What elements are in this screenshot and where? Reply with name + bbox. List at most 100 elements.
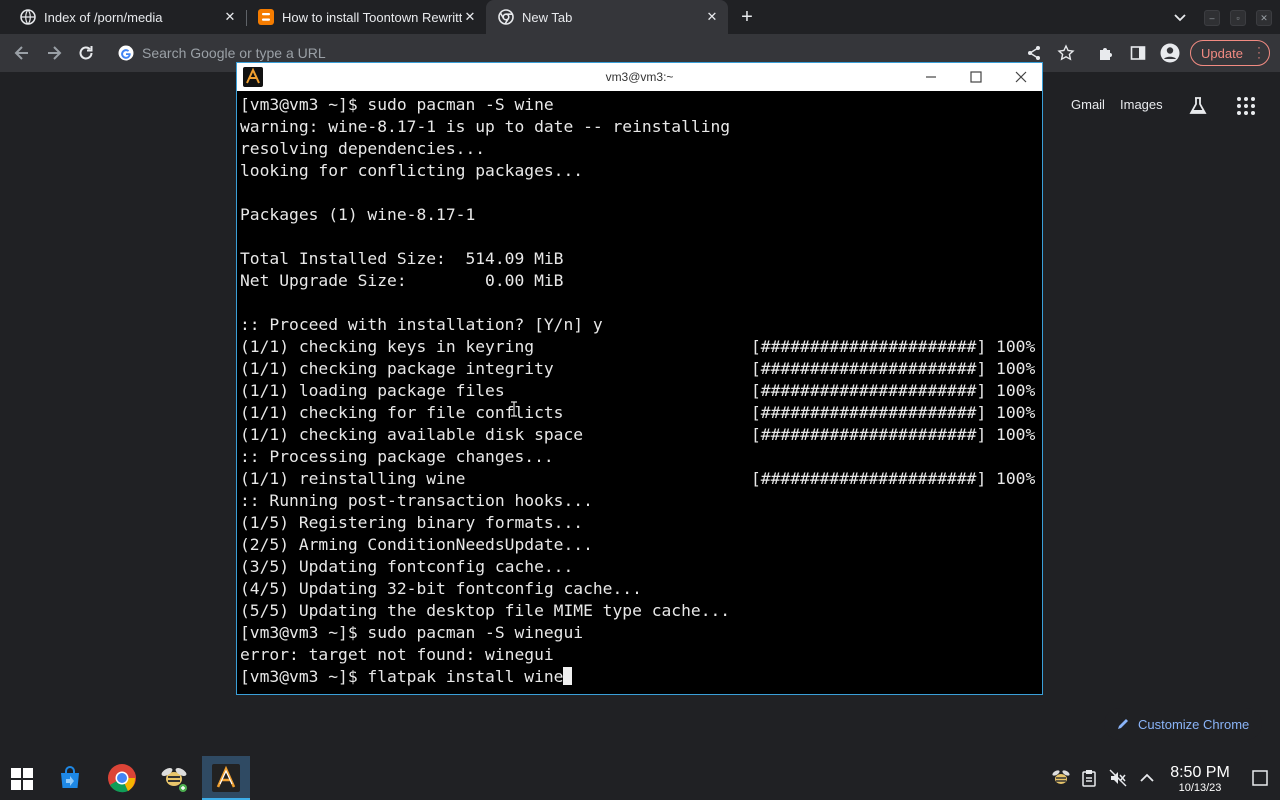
terminal-line: Total Installed Size: 514.09 MiB [240, 248, 1040, 270]
progress-indicator: [######################] 100% [751, 359, 1036, 378]
terminal-line-text: :: Processing package changes... [240, 447, 554, 466]
close-tab-icon[interactable]: ✕ [462, 9, 478, 25]
terminal-line: (2/5) Arming ConditionNeedsUpdate... [240, 534, 1040, 556]
profile-avatar-icon[interactable] [1160, 43, 1180, 63]
terminal-line-text: [vm3@vm3 ~]$ sudo pacman -S wine [240, 95, 554, 114]
terminal-line-text: (1/1) reinstalling wine [240, 469, 466, 488]
terminal-line-text: (1/5) Registering binary formats... [240, 513, 584, 532]
omnibox-placeholder: Search Google or type a URL [142, 45, 326, 61]
terminal-line: [vm3@vm3 ~]$ flatpak install wine [240, 666, 1040, 688]
terminal-line: (1/1) reinstalling wine [################… [240, 468, 1040, 490]
chrome-icon [498, 9, 514, 25]
taskbar-terminal-app[interactable] [202, 756, 250, 800]
back-arrow-icon[interactable] [12, 43, 32, 63]
close-tab-icon[interactable]: ✕ [704, 9, 720, 25]
terminal-line-text: (1/1) loading package files [240, 381, 505, 400]
clipboard-icon[interactable] [1080, 769, 1098, 787]
minimize-button[interactable]: – [1204, 10, 1220, 26]
blogger-icon [258, 9, 274, 25]
terminal-line: (1/1) checking package integrity [#######… [240, 358, 1040, 380]
terminal-titlebar[interactable]: vm3@vm3:~ [237, 63, 1042, 91]
clock-date: 10/13/23 [1178, 782, 1222, 794]
terminal-line: (1/1) checking for file conflicts [######… [240, 402, 1040, 424]
taskbar-clock[interactable]: 8:50 PM 10/13/23 [1160, 764, 1240, 795]
progress-indicator: [######################] 100% [751, 403, 1036, 422]
terminal-line-text: Packages (1) wine-8.17-1 [240, 205, 476, 224]
taskbar-store-app[interactable] [46, 756, 94, 800]
chevron-down-icon[interactable] [1172, 9, 1188, 25]
terminal-line-text: Net Upgrade Size: 0.00 MiB [240, 271, 564, 290]
chevron-up-icon[interactable] [1138, 769, 1156, 787]
close-tab-icon[interactable]: ✕ [222, 9, 238, 25]
tab-strip: Index of /porn/media ✕ How to install To… [0, 0, 1280, 34]
progress-indicator: [######################] 100% [751, 337, 1036, 356]
images-link[interactable]: Images [1120, 97, 1163, 112]
terminal-line: [vm3@vm3 ~]$ sudo pacman -S wine [240, 94, 1040, 116]
tab-title: New Tab [522, 9, 573, 25]
terminal-window[interactable]: vm3@vm3:~ [vm3@vm3 ~]$ sudo pacman -S wi… [236, 62, 1043, 695]
more-menu-icon: · · · [1257, 40, 1261, 64]
pencil-icon [1118, 719, 1128, 729]
terminal-cursor [563, 667, 573, 685]
update-label: Update [1201, 45, 1243, 61]
terminal-line-text: [vm3@vm3 ~]$ sudo pacman -S winegui [240, 623, 584, 642]
terminal-line: resolving dependencies... [240, 138, 1040, 160]
google-g-icon [118, 45, 134, 61]
customize-chrome-button[interactable]: Customize Chrome [1104, 708, 1262, 740]
update-button[interactable]: Update · · · [1190, 40, 1270, 66]
terminal-line-text: (1/1) checking package integrity [240, 359, 554, 378]
side-panel-icon[interactable] [1129, 44, 1147, 62]
gmail-link[interactable]: Gmail [1071, 97, 1105, 112]
close-window-button[interactable]: ✕ [1256, 10, 1272, 26]
wine-icon [161, 768, 187, 792]
speaker-muted-icon[interactable] [1109, 769, 1127, 787]
tab-toontown-rewritten[interactable]: How to install Toontown Rewritten ✕ [238, 0, 486, 34]
terminal-line: looking for conflicting packages... [240, 160, 1040, 182]
progress-indicator: [######################] 100% [751, 425, 1036, 444]
terminal-close-icon[interactable] [1011, 67, 1031, 87]
terminal-line: :: Processing package changes... [240, 446, 1040, 468]
terminal-line: (1/1) checking available disk space [####… [240, 424, 1040, 446]
share-icon[interactable] [1025, 44, 1043, 62]
apps-grid-icon[interactable] [1236, 96, 1256, 116]
reload-icon[interactable] [76, 43, 96, 63]
wine-tray-icon[interactable] [1051, 768, 1071, 788]
notifications-icon[interactable] [1251, 769, 1269, 787]
terminal-line-text: (3/5) Updating fontconfig cache... [240, 557, 574, 576]
text-cursor-ibeam-icon [511, 401, 517, 417]
terminal-line-text: (5/5) Updating the desktop file MIME typ… [240, 601, 731, 620]
taskbar-wine-app[interactable] [150, 756, 198, 800]
taskbar-chrome-app[interactable] [98, 756, 146, 800]
terminal-line-text: (4/5) Updating 32-bit fontconfig cache..… [240, 579, 642, 598]
tab-new-tab[interactable]: New Tab ✕ [486, 0, 728, 34]
chrome-icon [108, 764, 136, 793]
terminal-output[interactable]: [vm3@vm3 ~]$ sudo pacman -S wine warning:… [240, 94, 1040, 694]
progress-indicator: [######################] 100% [751, 381, 1036, 400]
terminal-line: (1/1) loading package files [############… [240, 380, 1040, 402]
labs-flask-icon[interactable] [1187, 95, 1209, 117]
terminal-line: error: target not found: winegui [240, 644, 1040, 666]
clock-time: 8:50 PM [1170, 764, 1230, 781]
terminal-minimize-icon[interactable] [921, 67, 941, 87]
start-windows-icon[interactable] [11, 768, 33, 790]
terminal-line: [vm3@vm3 ~]$ sudo pacman -S winegui [240, 622, 1040, 644]
terminal-line: (4/5) Updating 32-bit fontconfig cache..… [240, 578, 1040, 600]
tab-index-porn-media[interactable]: Index of /porn/media ✕ [0, 0, 246, 34]
terminal-line: (1/5) Registering binary formats... [240, 512, 1040, 534]
bookmark-star-icon[interactable] [1057, 44, 1075, 62]
extensions-puzzle-icon[interactable] [1097, 44, 1115, 62]
terminal-line: (3/5) Updating fontconfig cache... [240, 556, 1040, 578]
store-icon [61, 766, 79, 788]
forward-arrow-icon[interactable] [44, 43, 64, 63]
terminal-line-text: looking for conflicting packages... [240, 161, 584, 180]
terminal-maximize-icon[interactable] [966, 67, 986, 87]
globe-icon [20, 9, 36, 25]
terminal-line: :: Running post-transaction hooks... [240, 490, 1040, 512]
customize-label: Customize Chrome [1138, 716, 1250, 732]
taskbar [0, 756, 1280, 800]
new-tab-button[interactable]: + [737, 7, 757, 27]
maximize-button[interactable]: ▫ [1230, 10, 1246, 26]
